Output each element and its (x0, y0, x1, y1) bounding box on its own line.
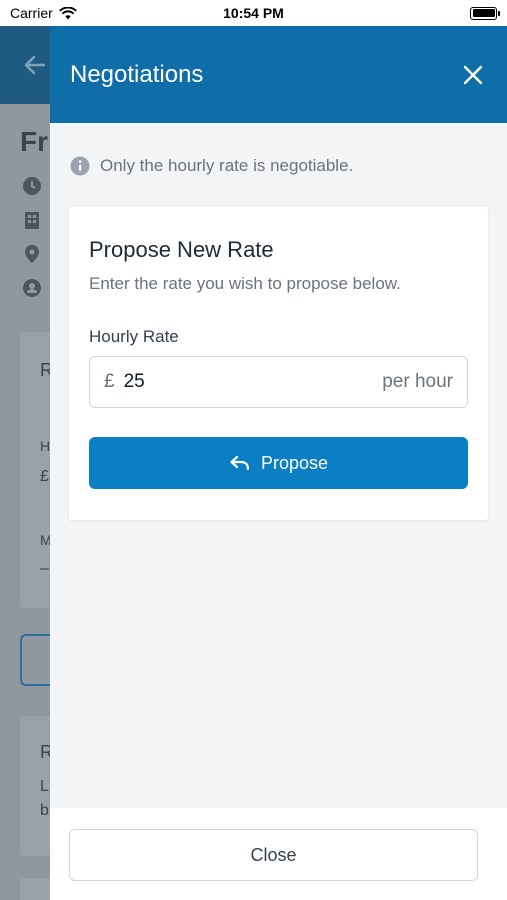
background-card-line: b (40, 802, 49, 819)
background-card-line: L (40, 778, 49, 795)
background-card-line: H (40, 438, 51, 454)
info-message: Only the hourly rate is negotiable. (50, 156, 507, 176)
card-title: Propose New Rate (89, 237, 274, 262)
status-left: Carrier (10, 5, 77, 21)
rate-value: 25 (123, 371, 145, 392)
status-bar: Carrier 10:54 PM (0, 0, 507, 26)
close-icon[interactable] (461, 63, 485, 87)
info-text: Only the hourly rate is negotiable. (100, 156, 354, 175)
negotiations-panel: Negotiations Only the hourly rate is neg… (50, 26, 507, 900)
card-subtitle: Enter the rate you wish to propose below… (89, 274, 401, 293)
info-icon (70, 156, 90, 176)
background-title: Fr (20, 126, 48, 157)
propose-button-label: Propose (260, 452, 329, 473)
carrier-label: Carrier (10, 5, 53, 21)
clock-icon (23, 177, 41, 195)
close-button[interactable]: Close (69, 829, 478, 881)
propose-button[interactable]: Propose (89, 437, 468, 489)
hourly-rate-label: Hourly Rate (89, 327, 179, 346)
hourly-rate-input[interactable]: £ 25 per hour (89, 356, 468, 408)
rate-unit: per hour (382, 371, 453, 392)
wifi-icon (58, 6, 77, 19)
battery-icon (470, 6, 500, 20)
panel-footer: Close (50, 808, 507, 900)
back-arrow-icon (24, 55, 46, 75)
location-pin-icon (25, 245, 39, 263)
reply-arrow-icon (230, 455, 250, 471)
panel-title: Negotiations (70, 60, 204, 88)
currency-symbol: £ (104, 371, 115, 392)
panel-header: Negotiations (50, 26, 507, 123)
building-icon (25, 212, 39, 229)
background-card-line: £ (40, 468, 49, 485)
background-card-line: – (40, 560, 49, 577)
user-icon (23, 279, 41, 297)
propose-rate-card: Propose New Rate Enter the rate you wish… (69, 207, 488, 520)
